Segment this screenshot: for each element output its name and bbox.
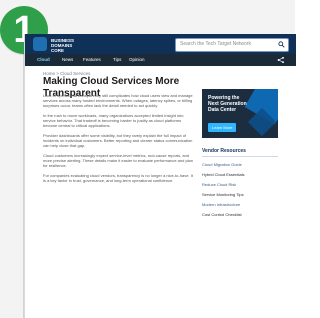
resource-list: Cloud Migration Guide Hybrid Cloud Essen…	[202, 162, 278, 217]
right-sidebar: Powering the Next Generation Data Center…	[202, 89, 278, 217]
article-paragraph: Provider dashboards offer some visibilit…	[43, 133, 193, 148]
page-content: Home > Cloud Services Making Cloud Servi…	[25, 66, 296, 318]
resource-link[interactable]: Hybrid Cloud Essentials	[202, 172, 278, 177]
search-placeholder: Search the Tech Target Network	[180, 41, 251, 47]
nav-item-opinion[interactable]: Opinion	[129, 57, 145, 63]
nav-item-news[interactable]: News	[62, 57, 73, 63]
nav-item-cloud[interactable]: Cloud	[37, 57, 50, 63]
resource-link[interactable]: Cloud Migration Guide	[202, 162, 278, 167]
brand-logo-icon	[33, 37, 47, 51]
vendor-resources-title: Vendor Resources	[202, 148, 278, 157]
share-icon[interactable]	[277, 56, 285, 64]
article-paragraph: For companies evaluating cloud vendors, …	[43, 173, 193, 183]
resource-link[interactable]: Cost Control Checklist	[202, 212, 278, 217]
resource-link[interactable]: Service Monitoring Tips	[202, 192, 278, 197]
search-icon[interactable]	[278, 41, 285, 48]
main-navigation: Cloud News Features Tips Opinion	[25, 54, 296, 66]
article-paragraph: In the rush to move workloads, many orga…	[43, 113, 184, 128]
nav-item-features[interactable]: Features	[83, 57, 101, 63]
search-box[interactable]: Search the Tech Target Network	[175, 38, 289, 52]
top-header: BUSINESS DOMAINS CORE Search the Tech Ta…	[25, 34, 296, 54]
article-body: Lack of operational transparency still c…	[43, 93, 193, 188]
brand-line-3: CORE	[51, 48, 65, 53]
promo-title: Powering the Next Generation Data Center	[208, 95, 247, 113]
resource-link[interactable]: Modern Infrastructure	[202, 202, 278, 207]
nav-item-tips[interactable]: Tips	[113, 57, 121, 63]
promo-banner[interactable]: Powering the Next Generation Data Center…	[202, 89, 278, 138]
resource-link[interactable]: Reduce Cloud Risk	[202, 182, 278, 187]
promo-button[interactable]: Learn More	[208, 123, 237, 132]
browser-window: BUSINESS DOMAINS CORE Search the Tech Ta…	[24, 34, 296, 318]
brand-logo-text: BUSINESS DOMAINS CORE	[51, 38, 74, 53]
article-paragraph: Lack of operational transparency still c…	[43, 93, 193, 108]
article-paragraph: Cloud customers increasingly expect serv…	[43, 153, 194, 168]
